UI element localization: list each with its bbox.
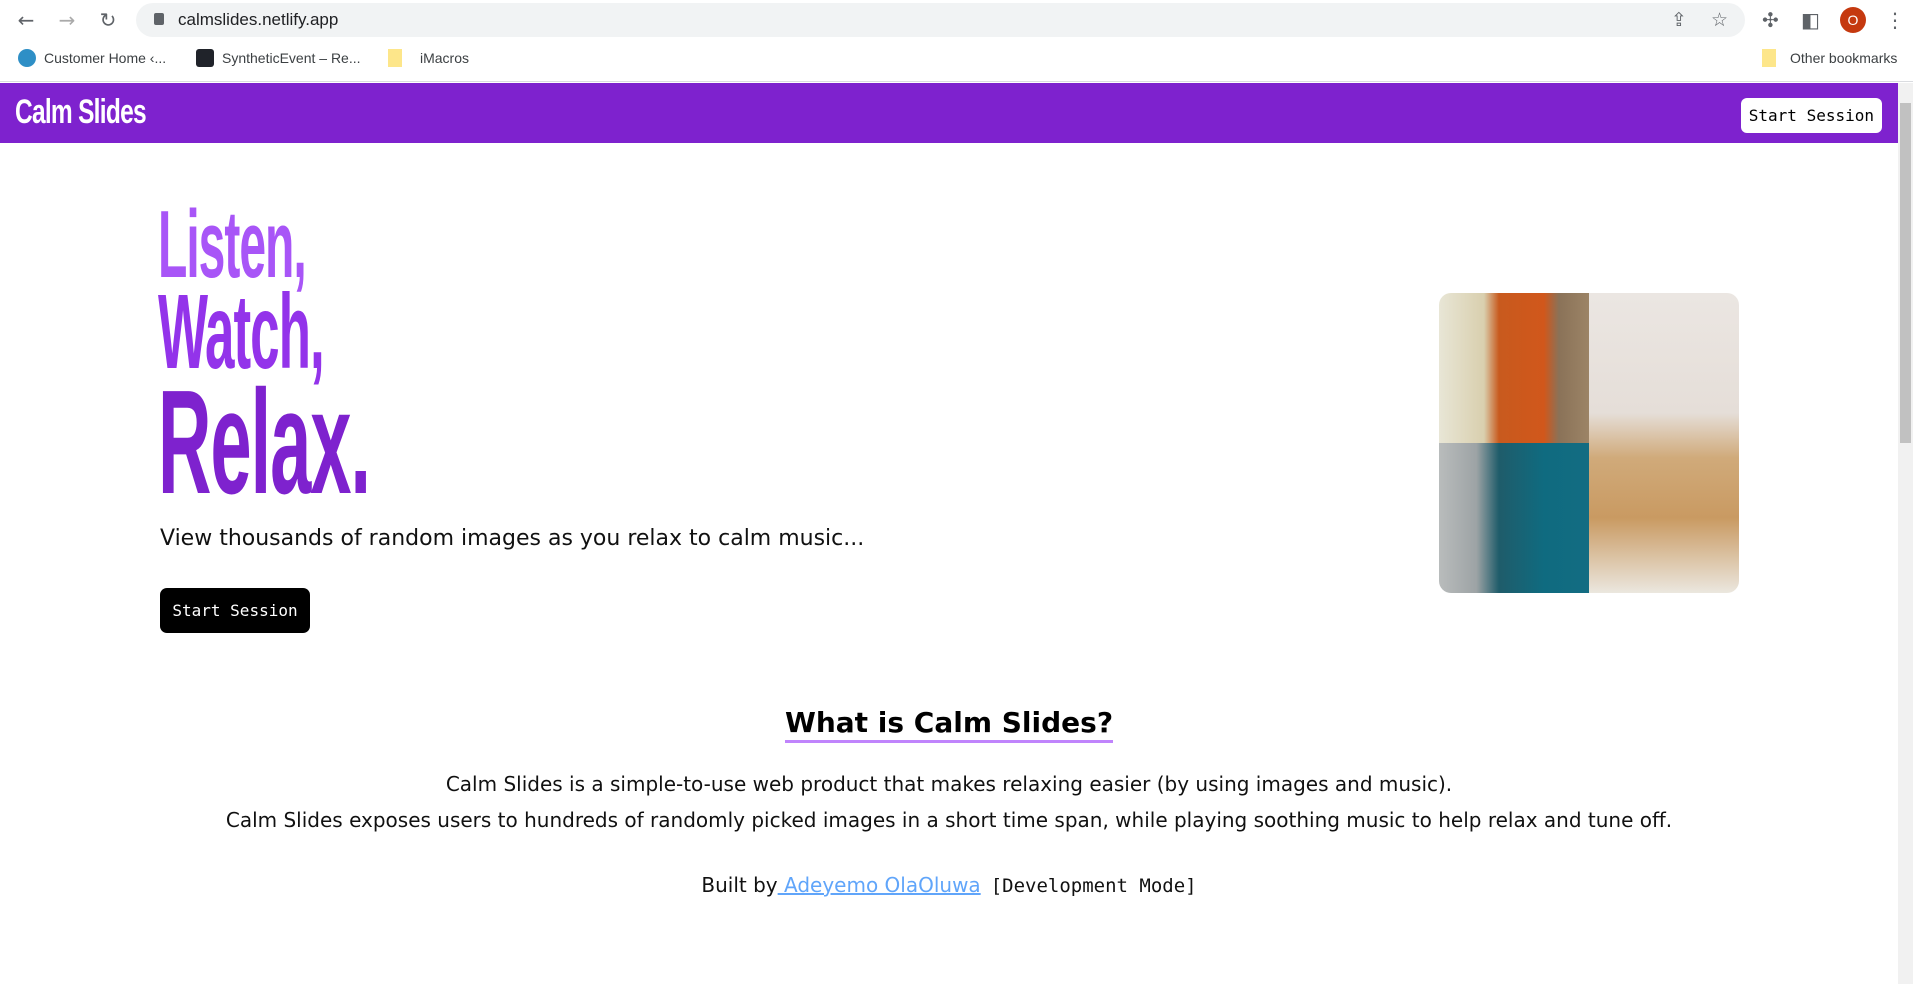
built-by-label: Built by (701, 873, 778, 897)
lock-icon (154, 13, 164, 25)
mode-label: [Development Mode] (990, 875, 1197, 897)
share-icon[interactable]: ⇪ (1671, 9, 1687, 31)
folder-icon (1762, 49, 1776, 67)
side-panel-icon[interactable]: ◧ (1801, 8, 1820, 32)
react-icon (196, 49, 214, 67)
bookmark-label: iMacros (420, 50, 470, 66)
brand-logo[interactable]: Calm Slides (15, 93, 147, 132)
extensions-icon[interactable]: ✣ (1762, 8, 1779, 32)
folder-icon (388, 49, 402, 67)
address-bar[interactable]: calmslides.netlify.app ⇪ ☆ (136, 3, 1745, 37)
profile-avatar[interactable]: O (1840, 7, 1866, 33)
nav-start-session-button[interactable]: Start Session (1740, 98, 1882, 133)
author-link[interactable]: Adeyemo OlaOluwa (778, 873, 981, 897)
other-bookmarks-label: Other bookmarks (1790, 50, 1898, 66)
bookmark-syntheticevent[interactable]: SyntheticEvent – Re... (196, 49, 361, 67)
navbar: Calm Slides Start Session (0, 83, 1898, 143)
scrollbar-thumb[interactable] (1900, 103, 1911, 443)
hero-line-relax: Relax. (158, 360, 371, 525)
dog-on-couch-image (1589, 293, 1739, 593)
rocks-water-image (1439, 443, 1589, 593)
about-paragraph-2: Calm Slides exposes users to hundreds of… (225, 808, 1673, 832)
reload-icon[interactable]: ↻ (96, 8, 120, 32)
back-icon[interactable]: ← (14, 8, 38, 32)
scrollbar[interactable] (1898, 83, 1913, 984)
hero-start-session-button[interactable]: Start Session (160, 588, 310, 633)
url-text[interactable]: calmslides.netlify.app (178, 10, 338, 30)
hero-subtitle: View thousands of random images as you r… (160, 526, 865, 551)
menu-icon[interactable]: ⋮ (1885, 8, 1905, 32)
wordpress-icon (18, 49, 36, 67)
other-bookmarks[interactable]: Other bookmarks (1762, 49, 1897, 67)
browser-chrome: ← → ↻ calmslides.netlify.app ⇪ ☆ ✣ ◧ O ⋮… (0, 0, 1913, 82)
about-title-text: What is Calm Slides? (784, 706, 1114, 743)
bookmark-label: Customer Home ‹... (44, 50, 167, 66)
footer-credit: Built by Adeyemo OlaOluwa [Development Mo… (0, 873, 1898, 897)
image-collage (1439, 293, 1739, 593)
about-paragraph-1: Calm Slides is a simple-to-use web produ… (445, 772, 1453, 796)
star-icon[interactable]: ☆ (1711, 9, 1728, 31)
woman-orange-outfit-image (1439, 293, 1589, 443)
about-title: What is Calm Slides? (0, 706, 1898, 743)
bookmark-imacros[interactable]: iMacros (388, 49, 469, 67)
bookmark-label: SyntheticEvent – Re... (222, 50, 361, 66)
forward-icon[interactable]: → (55, 8, 79, 32)
bookmark-customer-home[interactable]: Customer Home ‹... (18, 49, 166, 67)
